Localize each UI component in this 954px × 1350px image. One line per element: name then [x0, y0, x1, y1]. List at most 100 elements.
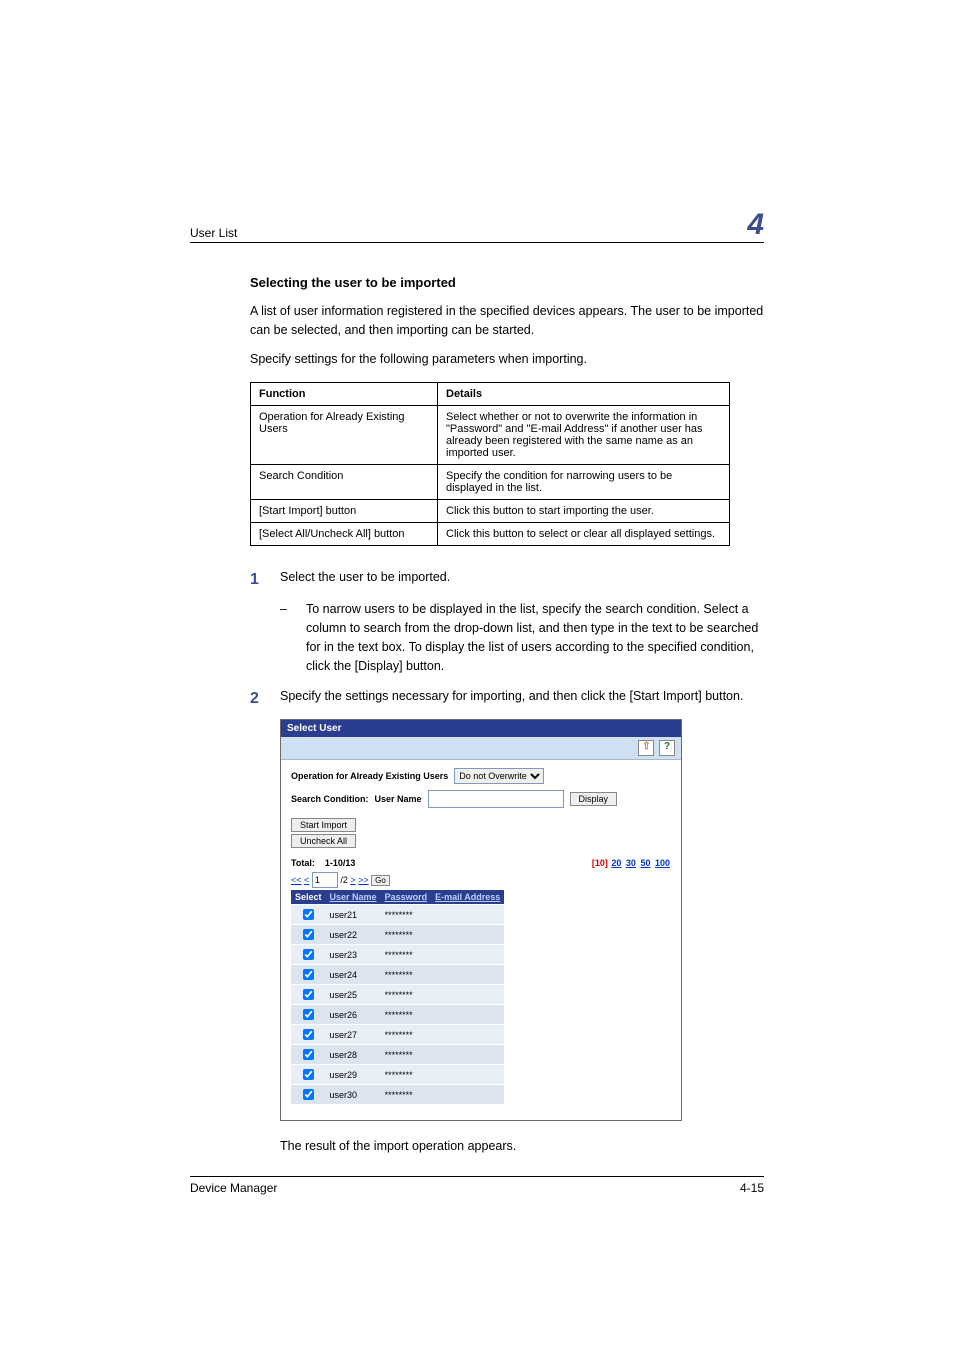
step-1: 1 Select the user to be imported. [250, 568, 764, 592]
panel-toolbar: ⇧ ? [281, 737, 681, 760]
step-number: 2 [250, 687, 280, 711]
row-checkbox[interactable] [303, 929, 314, 940]
pager-total: /2 [340, 875, 348, 885]
col-details: Details [438, 383, 730, 406]
select-user-panel: Select User ⇧ ? Operation for Already Ex… [280, 719, 682, 1121]
row-checkbox[interactable] [303, 1049, 314, 1060]
display-button[interactable]: Display [570, 792, 618, 806]
cell-password: ******** [381, 1085, 432, 1105]
details-cell: Click this button to start importing the… [438, 500, 730, 523]
step-2: 2 Specify the settings necessary for imp… [250, 687, 764, 711]
footer-left: Device Manager [190, 1181, 277, 1195]
substep-text: To narrow users to be displayed in the l… [306, 600, 764, 675]
pager-first[interactable]: << [291, 875, 302, 885]
row-checkbox[interactable] [303, 949, 314, 960]
page-size-link[interactable]: 100 [655, 858, 670, 868]
user-table: Select User Name Password E-mail Address… [291, 890, 504, 1104]
step-number: 1 [250, 568, 280, 592]
total-range: 1-10/13 [325, 858, 356, 868]
page-footer: Device Manager 4-15 [190, 1176, 764, 1195]
row-checkbox[interactable] [303, 1029, 314, 1040]
func-cell: [Start Import] button [251, 500, 438, 523]
col-username[interactable]: User Name [326, 890, 381, 905]
cell-email [431, 1045, 504, 1065]
page-size-link[interactable]: 20 [611, 858, 621, 868]
intro-p2: Specify settings for the following param… [250, 350, 764, 369]
cell-username: user28 [326, 1045, 381, 1065]
chapter-number: 4 [747, 210, 764, 240]
page-size-links: [10] 20 30 50 100 [592, 858, 671, 868]
cell-username: user23 [326, 945, 381, 965]
table-row: user21******** [291, 905, 504, 925]
table-row: user28******** [291, 1045, 504, 1065]
pager-go-button[interactable]: Go [371, 875, 390, 886]
table-row: user23******** [291, 945, 504, 965]
intro-p1: A list of user information registered in… [250, 302, 764, 340]
cell-username: user30 [326, 1085, 381, 1105]
row-checkbox[interactable] [303, 989, 314, 1000]
panel-title: Select User [281, 720, 681, 737]
cell-username: user26 [326, 1005, 381, 1025]
back-icon[interactable]: ⇧ [638, 740, 654, 756]
details-cell: Click this button to select or clear all… [438, 523, 730, 546]
pager-prev[interactable]: < [304, 875, 309, 885]
cell-email [431, 1005, 504, 1025]
cell-email [431, 1025, 504, 1045]
cell-email [431, 925, 504, 945]
start-import-button[interactable]: Start Import [291, 818, 356, 832]
cell-email [431, 1065, 504, 1085]
cell-password: ******** [381, 945, 432, 965]
footer-right: 4-15 [740, 1181, 764, 1195]
total-label: Total: [291, 858, 315, 868]
table-row: user24******** [291, 965, 504, 985]
page-size-link[interactable]: 30 [626, 858, 636, 868]
details-cell: Select whether or not to overwrite the i… [438, 406, 730, 465]
cell-password: ******** [381, 1025, 432, 1045]
cell-username: user29 [326, 1065, 381, 1085]
row-checkbox[interactable] [303, 1069, 314, 1080]
cell-password: ******** [381, 985, 432, 1005]
col-email[interactable]: E-mail Address [431, 890, 504, 905]
table-row: user29******** [291, 1065, 504, 1085]
dash: – [280, 600, 306, 675]
page-size-link[interactable]: 50 [640, 858, 650, 868]
pager: << < /2 > >> Go [291, 872, 671, 888]
row-checkbox[interactable] [303, 969, 314, 980]
cell-password: ******** [381, 965, 432, 985]
op-existing-label: Operation for Already Existing Users [291, 771, 448, 781]
table-row: user30******** [291, 1085, 504, 1105]
cell-email [431, 945, 504, 965]
search-column: User Name [375, 794, 422, 804]
row-checkbox[interactable] [303, 1009, 314, 1020]
step-1-sub: – To narrow users to be displayed in the… [280, 600, 764, 675]
help-icon[interactable]: ? [659, 740, 675, 756]
page-header: User List 4 [190, 210, 764, 243]
col-select: Select [291, 890, 326, 905]
cell-username: user22 [326, 925, 381, 945]
search-input[interactable] [428, 790, 564, 808]
cell-password: ******** [381, 905, 432, 925]
table-row: user25******** [291, 985, 504, 1005]
result-text: The result of the import operation appea… [280, 1137, 764, 1156]
op-existing-select[interactable]: Do not Overwrite [454, 768, 544, 784]
step-text: Select the user to be imported. [280, 568, 764, 592]
cell-email [431, 905, 504, 925]
cell-username: user25 [326, 985, 381, 1005]
row-checkbox[interactable] [303, 1089, 314, 1100]
header-title: User List [190, 226, 237, 240]
details-cell: Specify the condition for narrowing user… [438, 465, 730, 500]
pager-next[interactable]: > [350, 875, 355, 885]
cell-email [431, 1085, 504, 1105]
section-heading: Selecting the user to be imported [250, 275, 764, 290]
row-checkbox[interactable] [303, 909, 314, 920]
cell-email [431, 985, 504, 1005]
func-cell: Search Condition [251, 465, 438, 500]
cell-username: user24 [326, 965, 381, 985]
table-row: user27******** [291, 1025, 504, 1045]
uncheck-all-button[interactable]: Uncheck All [291, 834, 356, 848]
pager-page-input[interactable] [312, 872, 338, 888]
col-password[interactable]: Password [381, 890, 432, 905]
pager-last[interactable]: >> [358, 875, 369, 885]
table-row: user22******** [291, 925, 504, 945]
step-text: Specify the settings necessary for impor… [280, 687, 764, 711]
